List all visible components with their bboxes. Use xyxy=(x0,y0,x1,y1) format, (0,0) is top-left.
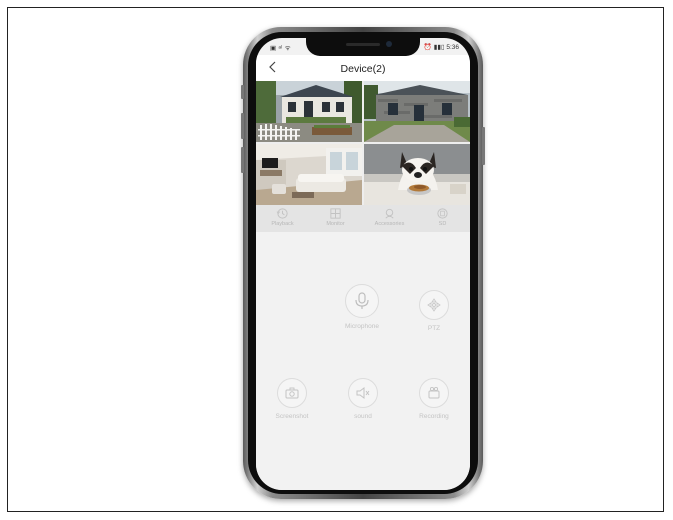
mute-icon xyxy=(356,387,370,399)
microphone-button[interactable] xyxy=(345,284,379,318)
sound-label: sound xyxy=(354,413,372,420)
sd-icon xyxy=(437,208,448,219)
tab-monitor-label: Monitor xyxy=(326,221,345,227)
recording-label: Recording xyxy=(419,413,449,420)
volume-up-button xyxy=(241,113,244,139)
power-button xyxy=(482,127,485,165)
page-title: Device(2) xyxy=(340,63,386,75)
camera-grid xyxy=(256,81,470,205)
front-camera xyxy=(386,41,392,47)
camera-icon xyxy=(285,387,299,399)
tab-accessories-label: Accessories xyxy=(374,221,405,227)
screenshot-control: Screenshot xyxy=(262,378,322,420)
controls-panel: Microphone PTZ Screenshot sound Recordin… xyxy=(256,232,470,490)
tab-playback-label: Playback xyxy=(271,221,294,227)
notch xyxy=(306,38,420,56)
silent-switch xyxy=(241,85,244,99)
camera-tab-bar: Playback Monitor Accessories SD xyxy=(256,205,470,232)
volume-down-button xyxy=(241,147,244,173)
tab-playback[interactable]: Playback xyxy=(256,205,309,232)
sound-button[interactable] xyxy=(348,378,378,408)
playback-icon xyxy=(276,208,288,219)
tab-sd-label: SD xyxy=(438,221,447,227)
status-time-battery: ⏰ ▮▮▯ 5:36 xyxy=(423,44,459,51)
ptz-label: PTZ xyxy=(427,325,441,332)
camera-feed-house-exterior[interactable] xyxy=(256,81,362,142)
phone-screen: ▣ ᵃˡ ᯤ ⏰ ▮▮▯ 5:36 Device(2) Playback Mon… xyxy=(256,38,470,490)
video-record-icon xyxy=(428,386,440,399)
camera-feed-stone-cottage[interactable] xyxy=(364,81,470,142)
earpiece-speaker xyxy=(346,43,380,46)
microphone-label: Microphone xyxy=(345,323,379,330)
camera-feed-dog[interactable] xyxy=(364,144,470,205)
phone-mockup: ▣ ᵃˡ ᯤ ⏰ ▮▮▯ 5:36 Device(2) Playback Mon… xyxy=(241,27,485,499)
screenshot-button[interactable] xyxy=(277,378,307,408)
status-signal: ▣ ᵃˡ ᯤ xyxy=(270,45,291,52)
ptz-icon xyxy=(427,298,441,312)
tab-sd[interactable]: SD xyxy=(416,205,469,232)
app-header: Device(2) xyxy=(256,55,470,81)
camera-feed-living-room[interactable] xyxy=(256,144,362,205)
screenshot-label: Screenshot xyxy=(275,413,309,420)
tab-accessories[interactable]: Accessories xyxy=(363,205,416,232)
recording-button[interactable] xyxy=(419,378,449,408)
sound-control: sound xyxy=(333,378,393,420)
microphone-icon xyxy=(355,292,369,309)
tab-monitor[interactable]: Monitor xyxy=(309,205,362,232)
ptz-button[interactable] xyxy=(419,290,449,320)
recording-control: Recording xyxy=(404,378,464,420)
microphone-control: Microphone xyxy=(332,284,392,330)
accessories-icon xyxy=(385,208,394,219)
grid-icon xyxy=(330,208,341,219)
ptz-control: PTZ xyxy=(404,290,464,332)
